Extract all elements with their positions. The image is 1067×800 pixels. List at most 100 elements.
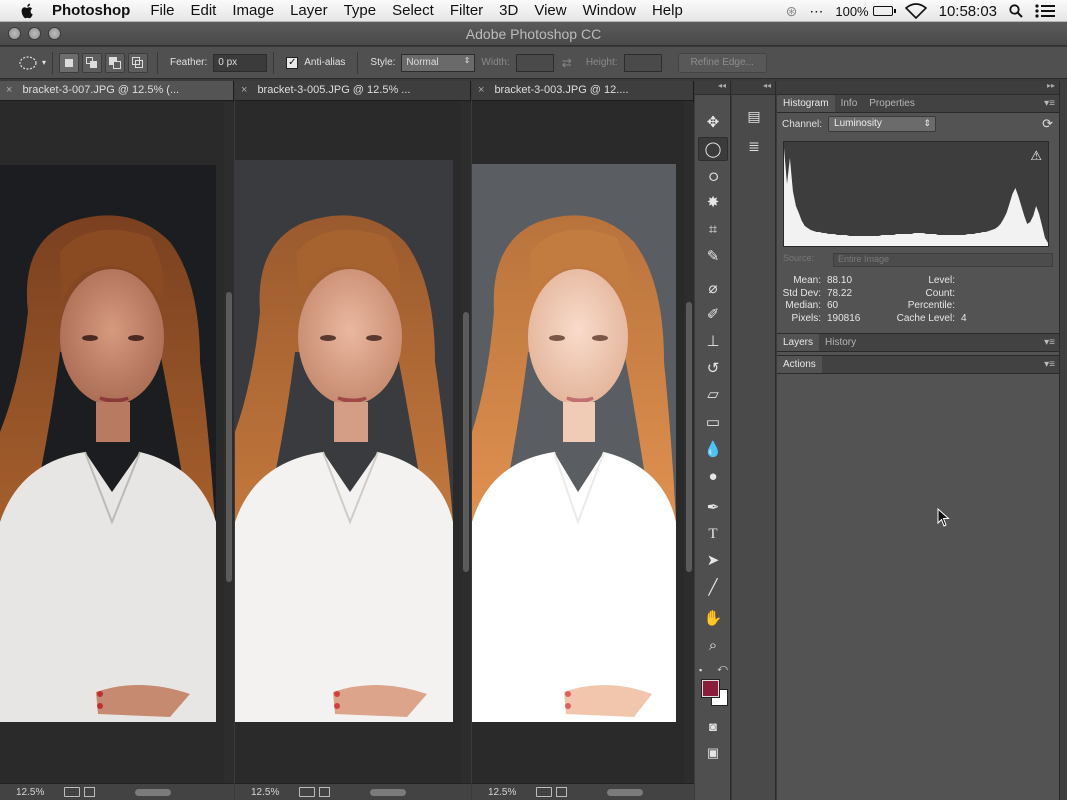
share-icon[interactable] <box>299 787 316 797</box>
document-canvas-2[interactable] <box>235 102 461 783</box>
tab-info[interactable]: Info <box>835 95 864 112</box>
panel-collapse-grip[interactable]: ◂◂ <box>695 81 730 95</box>
spot-healing-tool-icon[interactable]: ⌀ <box>698 277 728 301</box>
new-selection-button[interactable] <box>59 52 80 73</box>
document-tab-2[interactable]: × bracket-3-005.JPG @ 12.5% ... <box>235 81 470 101</box>
line-tool-icon[interactable]: ╱ <box>698 576 728 600</box>
brush-tool-icon[interactable]: ✐ <box>698 303 728 327</box>
panel-collapse-grip[interactable]: ◂◂ <box>732 81 775 95</box>
history-panel-icon[interactable]: ▤ <box>742 105 766 127</box>
screen-mode-icon[interactable]: ▣ <box>698 741 728 765</box>
dodge-tool-icon[interactable]: ● <box>698 465 728 489</box>
style-select[interactable]: Normal ⇕ <box>401 53 476 72</box>
vertical-scrollbar[interactable] <box>224 102 234 783</box>
zoom-level[interactable]: 12.5% <box>16 787 44 798</box>
export-icon[interactable] <box>319 787 331 797</box>
default-colors-icon[interactable]: ▪ <box>699 665 702 675</box>
export-icon[interactable] <box>556 787 568 797</box>
elliptical-marquee-tool-icon[interactable]: ◯ <box>698 137 728 161</box>
scrollbar-thumb[interactable] <box>686 302 692 572</box>
scrollbar-thumb[interactable] <box>463 312 469 572</box>
menu-edit[interactable]: Edit <box>183 2 225 19</box>
history-brush-tool-icon[interactable]: ↺ <box>698 357 728 381</box>
document-canvas-1[interactable] <box>0 102 224 783</box>
tab-histogram[interactable]: Histogram <box>777 95 835 112</box>
menu-3d[interactable]: 3D <box>491 2 526 19</box>
swap-dimensions-icon[interactable]: ⇄ <box>562 56 572 70</box>
tab-properties[interactable]: Properties <box>863 95 921 112</box>
tab-actions[interactable]: Actions <box>777 356 822 373</box>
swap-colors-icon[interactable]: ⤺ <box>717 663 728 674</box>
menu-filter[interactable]: Filter <box>442 2 491 19</box>
notes-panel-icon[interactable]: ≣ <box>742 135 766 157</box>
foreground-color-swatch[interactable] <box>701 679 720 698</box>
menu-file[interactable]: File <box>142 2 182 19</box>
panel-collapse-grip[interactable]: ▸▸ <box>777 81 1059 95</box>
notification-list-icon[interactable] <box>1035 3 1055 19</box>
document-canvas-3[interactable] <box>472 102 684 783</box>
scrollbar-thumb[interactable] <box>226 292 232 582</box>
panel-menu-icon[interactable]: ▾≡ <box>1044 359 1055 370</box>
source-select[interactable]: Entire Image <box>833 253 1053 267</box>
document-tab-3[interactable]: × bracket-3-003.JPG @ 12.... <box>472 81 693 101</box>
zoom-level[interactable]: 12.5% <box>488 787 516 798</box>
hand-tool-icon[interactable]: ✋ <box>698 607 728 631</box>
add-to-selection-button[interactable] <box>82 52 103 73</box>
height-input[interactable] <box>623 53 662 72</box>
magic-wand-tool-icon[interactable]: ✸ <box>698 191 728 215</box>
channel-select[interactable]: Luminosity ⇕ <box>828 116 937 132</box>
menu-clock[interactable]: 10:58:03 <box>939 3 997 20</box>
warning-icon[interactable]: ⚠ <box>1030 148 1042 164</box>
menu-layer[interactable]: Layer <box>282 2 336 19</box>
menu-help[interactable]: Help <box>644 2 691 19</box>
export-icon[interactable] <box>84 787 96 797</box>
tool-preset-picker[interactable]: ▾ <box>18 55 46 71</box>
close-icon[interactable]: × <box>6 84 12 96</box>
anti-alias-checkbox[interactable]: ✓ <box>286 56 299 69</box>
zoom-level[interactable]: 12.5% <box>251 787 279 798</box>
gradient-tool-icon[interactable]: ▭ <box>698 411 728 435</box>
tab-history[interactable]: History <box>819 334 862 351</box>
eyedropper-tool-icon[interactable]: ✎ <box>698 245 728 269</box>
panel-menu-icon[interactable]: ▾≡ <box>1044 337 1055 348</box>
menu-type[interactable]: Type <box>336 2 385 19</box>
extras-icon[interactable]: ⋯ <box>809 3 823 20</box>
pen-tool-icon[interactable]: ✒ <box>698 496 728 520</box>
type-tool-icon[interactable]: T <box>698 522 728 546</box>
close-icon[interactable]: × <box>241 84 247 96</box>
width-input[interactable] <box>515 53 554 72</box>
horizontal-scrollbar-thumb[interactable] <box>135 788 172 796</box>
panel-menu-icon[interactable]: ▾≡ <box>1044 98 1055 109</box>
share-icon[interactable] <box>64 787 81 797</box>
battery-icon[interactable] <box>872 6 896 16</box>
horizontal-scrollbar-thumb[interactable] <box>370 788 407 796</box>
crop-tool-icon[interactable]: ⌗ <box>698 218 728 242</box>
quick-mask-icon[interactable]: ◙ <box>698 715 728 739</box>
horizontal-scrollbar-thumb[interactable] <box>607 788 644 796</box>
intersect-selection-button[interactable] <box>128 52 149 73</box>
menu-image[interactable]: Image <box>224 2 282 19</box>
menu-window[interactable]: Window <box>575 2 644 19</box>
tab-layers[interactable]: Layers <box>777 334 820 351</box>
path-selection-tool-icon[interactable]: ➤ <box>698 549 728 573</box>
apple-menu-icon[interactable] <box>18 2 36 20</box>
menu-select[interactable]: Select <box>384 2 442 19</box>
vertical-scrollbar[interactable] <box>684 102 694 783</box>
clone-stamp-tool-icon[interactable]: ⊥ <box>698 330 728 354</box>
spotlight-search-icon[interactable] <box>1009 4 1023 18</box>
eraser-tool-icon[interactable]: ▱ <box>698 383 728 407</box>
zoom-tool-icon[interactable]: ⌕ <box>698 634 728 658</box>
document-tab-1[interactable]: × bracket-3-007.JPG @ 12.5% (... <box>0 81 233 101</box>
subtract-from-selection-button[interactable] <box>105 52 126 73</box>
blur-tool-icon[interactable]: 💧 <box>698 438 728 462</box>
refine-edge-button[interactable]: Refine Edge... <box>677 52 767 73</box>
app-menu[interactable]: Photoshop <box>46 2 142 19</box>
share-icon[interactable] <box>536 787 553 797</box>
close-icon[interactable]: × <box>478 84 484 96</box>
menu-view[interactable]: View <box>526 2 574 19</box>
refresh-icon[interactable]: ⟳ <box>1042 116 1053 132</box>
lasso-tool-icon[interactable]: ഠ <box>698 165 728 189</box>
vertical-scrollbar[interactable] <box>461 102 471 783</box>
sync-icon[interactable]: ⊛ <box>786 3 798 20</box>
wifi-icon[interactable] <box>904 3 927 19</box>
